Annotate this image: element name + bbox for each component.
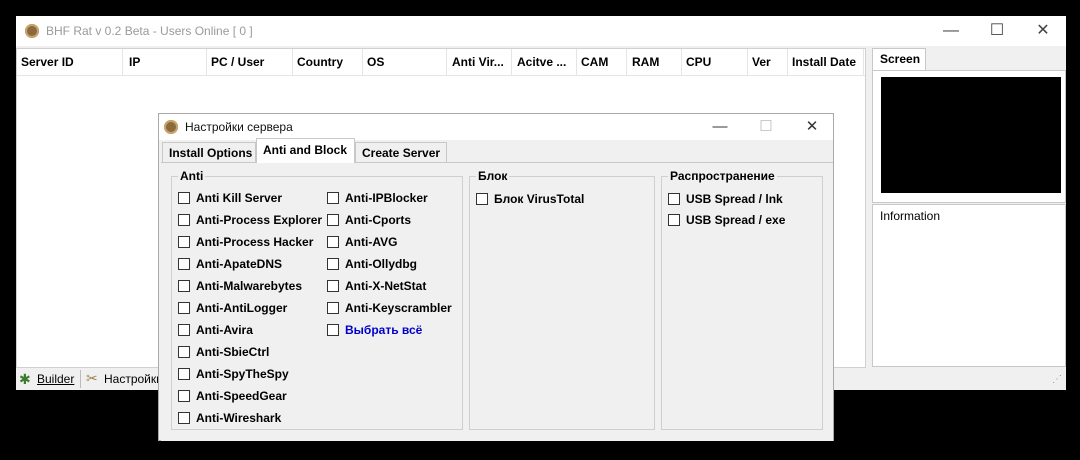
checkbox-label[interactable]: Anti-Avira (196, 323, 253, 337)
maximize-button: ☐ (759, 118, 773, 135)
checkbox[interactable] (178, 280, 190, 292)
close-button[interactable]: ✕ (1020, 16, 1066, 46)
column-header[interactable]: Server ID (17, 49, 123, 75)
window-title: BHF Rat v 0.2 Beta - Users Online [ 0 ] (46, 24, 253, 38)
status-divider (80, 370, 81, 388)
checkbox[interactable] (178, 214, 190, 226)
checkbox-label[interactable]: Anti-SpeedGear (196, 389, 287, 403)
close-button[interactable]: ✕ (789, 114, 835, 140)
checkbox[interactable] (327, 280, 339, 292)
checkbox[interactable] (327, 236, 339, 248)
column-header[interactable]: Install Date (788, 49, 864, 75)
checkbox[interactable] (327, 214, 339, 226)
checkbox-label[interactable]: Anti-Ollydbg (345, 257, 417, 271)
group-label: Распространение (668, 169, 777, 183)
information-label: Information (880, 209, 941, 223)
screen-tabs: Screen (872, 46, 1066, 70)
checkbox-label[interactable]: Anti-X-NetStat (345, 279, 426, 293)
checkbox-label[interactable]: Anti-AntiLogger (196, 301, 287, 315)
checkbox-label[interactable]: USB Spread / exe (686, 213, 785, 227)
column-header[interactable]: RAM (628, 49, 682, 75)
checkbox-label[interactable]: Anti-ApateDNS (196, 257, 282, 271)
column-header[interactable]: Acitve ... (513, 49, 577, 75)
checkbox[interactable] (178, 236, 190, 248)
spread-group: Распространение USB Spread / lnk USB Spr… (661, 169, 823, 430)
checkbox-label[interactable]: Anti-Process Explorer (196, 213, 322, 227)
minimize-button[interactable]: — (697, 114, 743, 140)
checkbox-label[interactable]: USB Spread / lnk (686, 192, 783, 206)
checkbox[interactable] (668, 214, 680, 226)
checkbox[interactable] (178, 390, 190, 402)
checkbox-label[interactable]: Anti Kill Server (196, 191, 282, 205)
checkbox-label[interactable]: Anti-AVG (345, 235, 397, 249)
dialog-titlebar[interactable]: Настройки сервера — ☐ ✕ (159, 114, 833, 140)
group-label: Anti (178, 169, 206, 183)
checkbox-label[interactable]: Anti-Wireshark (196, 411, 281, 425)
checkbox[interactable] (178, 412, 190, 424)
screen-preview (881, 77, 1061, 193)
main-titlebar[interactable]: BHF Rat v 0.2 Beta - Users Online [ 0 ] … (16, 16, 1066, 46)
checkbox-label[interactable]: Anti-Keyscrambler (345, 301, 452, 315)
checkbox-label[interactable]: Anti-SpyTheSpy (196, 367, 289, 381)
group-label: Блок (476, 169, 510, 183)
dialog-title: Настройки сервера (185, 120, 293, 134)
checkbox[interactable] (327, 192, 339, 204)
checkbox-label[interactable]: Anti-Cports (345, 213, 411, 227)
column-header[interactable]: Country (293, 49, 363, 75)
checkbox-label[interactable]: Блок VirusTotal (494, 192, 584, 206)
app-icon (164, 120, 178, 134)
server-settings-dialog: Настройки сервера — ☐ ✕ Install Options … (158, 113, 834, 441)
maximize-button[interactable]: ☐ (974, 16, 1020, 46)
checkbox[interactable] (327, 258, 339, 270)
checkbox[interactable] (668, 193, 680, 205)
checkbox[interactable] (178, 324, 190, 336)
checkbox[interactable] (178, 302, 190, 314)
checkbox[interactable] (178, 192, 190, 204)
column-header[interactable]: Anti Vir... (448, 49, 512, 75)
select-all-label[interactable]: Выбрать всё (345, 323, 422, 337)
column-header[interactable]: Ver (748, 49, 788, 75)
select-all-checkbox[interactable] (327, 324, 339, 336)
settings-link[interactable]: Настройки (104, 371, 163, 387)
anti-group: Anti Anti Kill Server Anti-Process Explo… (171, 169, 463, 430)
minimize-button[interactable]: — (928, 16, 974, 46)
checkbox[interactable] (178, 346, 190, 358)
checkbox[interactable] (327, 302, 339, 314)
tab-anti-and-block[interactable]: Anti and Block (256, 138, 355, 163)
builder-link[interactable]: Builder (37, 371, 74, 387)
tab-screen[interactable]: Screen (872, 48, 926, 70)
resize-grip-icon[interactable]: ⋰ (1052, 374, 1062, 385)
column-header[interactable]: IP (125, 49, 207, 75)
list-header: Server ID IP PC / User Country OS Anti V… (17, 49, 865, 76)
column-header[interactable]: CAM (577, 49, 627, 75)
tab-page: Anti Anti Kill Server Anti-Process Explo… (161, 162, 833, 441)
column-header[interactable]: CPU (682, 49, 748, 75)
screen-panel (872, 70, 1066, 203)
checkbox[interactable] (476, 193, 488, 205)
checkbox-label[interactable]: Anti-IPBlocker (345, 191, 428, 205)
app-icon (25, 24, 39, 38)
tools-icon: ✂ (86, 370, 98, 386)
tab-install-options[interactable]: Install Options (162, 142, 256, 162)
information-panel: Information (872, 204, 1066, 367)
checkbox[interactable] (178, 368, 190, 380)
column-header[interactable]: PC / User (207, 49, 293, 75)
checkbox[interactable] (178, 258, 190, 270)
block-group: Блок Блок VirusTotal (469, 169, 655, 430)
checkbox-label[interactable]: Anti-SbieCtrl (196, 345, 269, 359)
bug-icon: ✱ (19, 371, 31, 387)
column-header[interactable]: OS (363, 49, 447, 75)
checkbox-label[interactable]: Anti-Process Hacker (196, 235, 313, 249)
checkbox-label[interactable]: Anti-Malwarebytes (196, 279, 302, 293)
tab-create-server[interactable]: Create Server (355, 142, 447, 162)
